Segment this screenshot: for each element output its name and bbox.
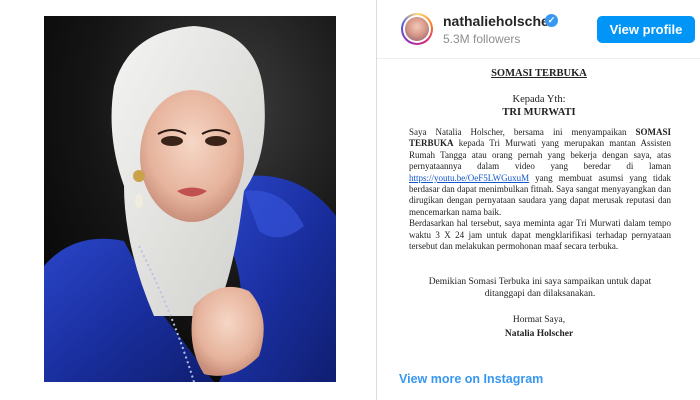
profile-username[interactable]: nathalieholscher	[443, 13, 554, 29]
instagram-embed: nathalieholscher ✓ 5.3M followers View p…	[376, 0, 700, 400]
avatar[interactable]	[401, 13, 433, 45]
paragraph-1-intro: Saya Natalia Holscher, bersama ini menya…	[409, 127, 636, 137]
follower-count: 5.3M followers	[443, 32, 521, 46]
youtube-link: https://youtu.be/OeF5LWGuxuM	[409, 172, 530, 183]
header-divider	[377, 58, 700, 59]
view-profile-button[interactable]: View profile	[597, 16, 695, 43]
avatar-image	[405, 17, 429, 41]
profile-header: nathalieholscher ✓ 5.3M followers View p…	[377, 0, 700, 58]
document-closing: Demikian Somasi Terbuka ini saya sampaik…	[428, 277, 652, 299]
view-more-link[interactable]: View more on Instagram	[399, 372, 543, 386]
paragraph-1: Saya Natalia Holscher, bersama ini menya…	[409, 127, 671, 218]
post-image-document[interactable]: SOMASI TERBUKA Kepada Yth: TRI MURWATI S…	[401, 60, 700, 362]
document-signer: Natalia Holscher	[504, 329, 574, 339]
paragraph-2: Berdasarkan hal tersebut, saya meminta a…	[409, 218, 671, 252]
document-signoff: Hormat Saya,	[512, 315, 566, 325]
document-body: Saya Natalia Holscher, bersama ini menya…	[409, 127, 671, 252]
document-salutation: Kepada Yth:	[512, 94, 566, 105]
document-title: SOMASI TERBUKA	[491, 68, 587, 79]
avatar-border	[403, 15, 431, 43]
document-recipient: TRI MURWATI	[502, 107, 576, 118]
portrait-illustration	[44, 16, 336, 382]
portrait-photo	[44, 16, 336, 382]
verified-badge-icon: ✓	[545, 14, 558, 27]
